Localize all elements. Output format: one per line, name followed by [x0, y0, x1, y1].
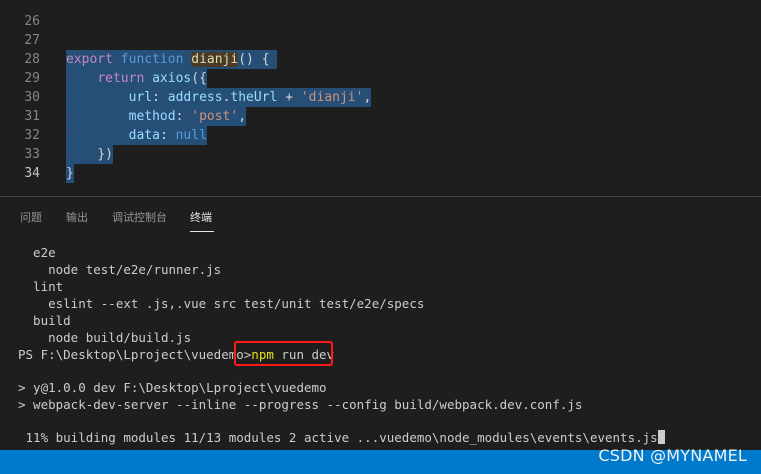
terminal-output-line: > webpack-dev-server --inline --progress… — [18, 397, 583, 412]
highlight-box — [234, 341, 333, 366]
terminal-line: lint — [18, 279, 64, 294]
code-line-27: 27 export·function·dianji() {· — [0, 12, 761, 69]
terminal-line: e2e — [18, 245, 56, 260]
code-line-28: 28 ····return·axios({ — [0, 31, 761, 88]
terminal-line: node test/e2e/runner.js — [18, 262, 222, 277]
terminal-prompt: PS F:\Desktop\Lproject\vuedemo> — [18, 347, 252, 362]
code-line-32: 32 ····}) — [0, 107, 761, 164]
progress-text: 11% building modules 11/13 modules 2 act… — [18, 430, 658, 445]
tab-problems[interactable]: 问题 — [20, 209, 42, 225]
tab-debug-console[interactable]: 调试控制台 — [112, 209, 167, 225]
code-line-34: 34 — [0, 145, 761, 181]
code-line-31: 31 ········data:·null — [0, 88, 761, 145]
terminal-progress-line: 11% building modules 11/13 modules 2 act… — [18, 429, 665, 446]
line-number: 34 — [24, 166, 40, 181]
code-editor[interactable]: 26 27 export·function·dianji() {· 28 ···… — [0, 0, 761, 196]
code-line-26: 26 — [0, 0, 761, 29]
panel-tab-bar: 问题 输出 调试控制台 终端 — [0, 196, 761, 235]
terminal-line: node build/build.js — [18, 330, 192, 345]
tab-terminal[interactable]: 终端 — [190, 209, 212, 225]
code-line-33: 33 } — [0, 126, 761, 183]
code-line-29: 29 ········url:·address.theUrl·+·'dianji… — [0, 50, 761, 107]
terminal-line: eslint --ext .js,.vue src test/unit test… — [18, 296, 425, 311]
code-text: } — [66, 166, 74, 181]
code-line-30: 30 ········method:·'post', — [0, 69, 761, 126]
watermark: CSDN @MYNAMEL — [598, 446, 747, 465]
terminal-cursor — [657, 430, 665, 444]
active-tab-indicator — [190, 231, 214, 232]
terminal-output-line: > y@1.0.0 dev F:\Desktop\Lproject\vuedem… — [18, 380, 327, 395]
terminal-line: build — [18, 313, 71, 328]
tab-output[interactable]: 输出 — [66, 209, 88, 225]
